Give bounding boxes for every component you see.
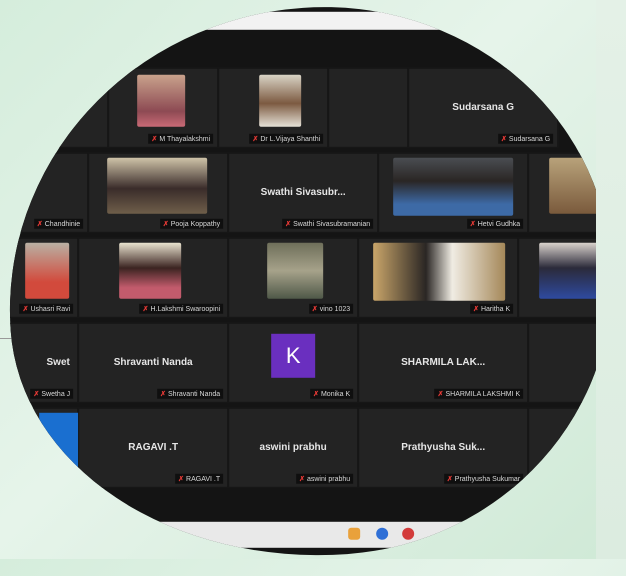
participant-name: Sudarsana G — [452, 101, 515, 113]
participant-name: aswini prabhu — [259, 441, 327, 453]
participant-name: RAGAVI .T — [128, 441, 179, 453]
participant-tile-hetvi[interactable]: ✗ Hetvi Gudhka — [378, 152, 529, 233]
participant-tile-sharmila[interactable]: SHARMILA LAK... ✗ SHARMILA LAKSHMI K — [358, 322, 529, 403]
mic-muted-icon: ✗ — [501, 135, 507, 143]
participant-name: Swet — [46, 356, 70, 368]
participant-caption: ✗ RAGAVI .T — [175, 473, 224, 484]
background-edge — [596, 0, 626, 559]
mic-muted-icon: ✗ — [162, 220, 169, 228]
participant-caption: ✗ SHARMILA LAKSHMI K — [434, 388, 524, 399]
mic-muted-icon: ✗ — [473, 305, 479, 313]
video-feed — [393, 157, 514, 216]
participant-tile-pooja[interactable]: ✗ Pooja Koppathy — [88, 152, 229, 233]
mic-muted-icon: ✗ — [469, 220, 476, 228]
participant-tile-chandhinie[interactable]: ✗ Chandhinie — [0, 152, 89, 233]
avatar: K — [271, 333, 316, 378]
mic-muted-icon: ✗ — [285, 220, 292, 228]
participant-name: SHARMILA LAK... — [401, 356, 486, 368]
participant-caption: ✗ Prathyusha Sukumar — [443, 473, 524, 484]
participant-caption: ✗ Swetha J — [30, 388, 74, 399]
folder-icon[interactable] — [348, 527, 361, 540]
video-feed — [137, 74, 186, 127]
participant-tile-aswini[interactable]: aswini prabhu ✗ aswini prabhu — [228, 407, 359, 488]
window-top-bar — [0, 11, 626, 30]
participant-caption: ✗ Dr L.Vijaya Shanthi — [249, 133, 324, 144]
participant-tile-thayalakshmi[interactable]: ✗ M Thayalakshmi — [108, 67, 219, 148]
video-feed — [39, 412, 80, 471]
participant-tile-prathyusha[interactable]: Prathyusha Suk... ✗ Prathyusha Sukumar — [358, 407, 529, 488]
participant-caption: ✗ Shravanti Nanda — [157, 388, 224, 399]
participant-name: Prathyusha Suk... — [401, 441, 486, 453]
screenshot-blob: ✗ M Thayalakshmi ✗ Dr L.Vijaya Shanthi Sud… — [0, 0, 626, 576]
participant-tile-empty[interactable] — [328, 67, 409, 148]
participant-caption: ✗ aswini prabhu — [296, 473, 354, 484]
video-feed — [373, 242, 506, 301]
participant-caption: ✗ vino 1023 — [308, 303, 354, 314]
video-feed — [107, 157, 208, 214]
mic-muted-icon: ✗ — [36, 220, 43, 228]
participant-caption: ✗ Chandhinie — [33, 218, 84, 229]
mic-muted-icon: ✗ — [33, 390, 40, 398]
participant-tile-vino[interactable]: ✗ vino 1023 — [228, 237, 359, 318]
participant-tile-swathi[interactable]: Swathi Sivasubr... ✗ Swathi Sivasubramani… — [228, 152, 379, 233]
participant-caption: ✗ Akshaya — [32, 473, 74, 484]
mic-muted-icon: ✗ — [22, 305, 29, 313]
participant-tile-sudarsana[interactable]: Sudarsana G ✗ Sudarsana G — [408, 67, 559, 148]
video-feed — [259, 74, 302, 127]
participant-name: Swathi Sivasubr... — [260, 186, 346, 198]
participant-tile-ragavi[interactable]: RAGAVI .T ✗ RAGAVI .T — [78, 407, 229, 488]
participant-tile-lakshmi[interactable]: ✗ H.Lakshmi Swaroopini — [78, 237, 229, 318]
participant-caption: ✗ Swathi Sivasubramanian — [282, 218, 374, 229]
participant-tile-swetha[interactable]: Swet ✗ Swetha J — [0, 322, 79, 403]
participant-caption: ✗ M Thayalakshmi — [148, 133, 214, 144]
participant-tile-drlvijaya[interactable]: ✗ Dr L.Vijaya Shanthi — [218, 67, 329, 148]
participant-caption: ✗ Ushasri Ravi — [19, 303, 74, 314]
mic-muted-icon: ✗ — [299, 475, 305, 483]
mic-muted-icon: ✗ — [313, 390, 319, 398]
participant-caption: ✗ Hetvi Gudhka — [466, 218, 524, 229]
participant-name: Shravanti Nanda — [113, 356, 193, 368]
mic-muted-icon: ✗ — [160, 390, 167, 398]
participant-tile-left-partial[interactable] — [0, 67, 109, 148]
video-feed — [119, 242, 182, 299]
zoom-icon[interactable] — [402, 527, 415, 540]
mic-muted-icon: ✗ — [35, 475, 42, 483]
participant-caption: ✗ Sudarsana G — [498, 133, 554, 144]
mic-muted-icon: ✗ — [311, 305, 318, 313]
mic-muted-icon: ✗ — [151, 135, 158, 143]
chrome-icon[interactable] — [376, 527, 389, 540]
participant-caption: ✗ Monika K — [310, 388, 354, 399]
video-feed — [539, 242, 600, 299]
video-feed — [267, 242, 324, 299]
participant-tile-monika[interactable]: K ✗ Monika K — [228, 322, 359, 403]
participant-caption: ✗ Haritha K — [470, 303, 514, 314]
mic-muted-icon: ✗ — [437, 390, 444, 398]
participant-caption: ✗ H.Lakshmi Swaroopini — [139, 303, 224, 314]
participant-tile-shravanti[interactable]: Shravanti Nanda ✗ Shravanti Nanda — [78, 322, 229, 403]
participant-tile-haritha[interactable]: ✗ Haritha K — [358, 237, 519, 318]
participant-tile-ushasri[interactable]: ✗ Ushasri Ravi — [0, 237, 79, 318]
mic-muted-icon: ✗ — [446, 475, 453, 483]
video-feed — [25, 242, 70, 299]
participant-grid: ✗ M Thayalakshmi ✗ Dr L.Vijaya Shanthi Sud… — [0, 38, 626, 508]
taskbar — [0, 521, 626, 548]
mic-muted-icon: ✗ — [178, 475, 185, 483]
participant-tile-akshaya[interactable]: ✗ Akshaya — [0, 407, 80, 488]
mic-muted-icon: ✗ — [252, 135, 259, 143]
mic-muted-icon: ✗ — [142, 305, 149, 313]
participant-caption: ✗ Pooja Koppathy — [159, 218, 224, 229]
